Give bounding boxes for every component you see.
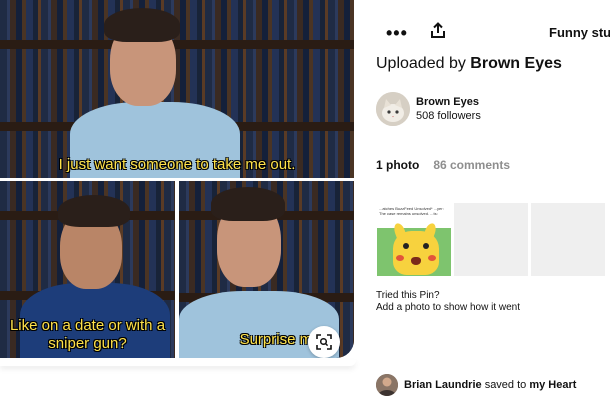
thumbnail-caption-text: ...atches BuzzFeed Unsolved* ...yer: The…	[379, 206, 444, 216]
cat-avatar-icon	[376, 92, 410, 126]
uploader-profile[interactable]: Brown Eyes 508 followers	[376, 92, 481, 126]
pikachu-eye	[403, 243, 409, 249]
share-button[interactable]	[430, 22, 446, 44]
tried-photos-grid: ...atches BuzzFeed Unsolved* ...yer: The…	[377, 203, 605, 276]
meme-panel-top: I just want someone to take me out.	[0, 0, 354, 178]
tab-photos[interactable]: 1 photo	[376, 158, 419, 172]
shelf-divider	[0, 40, 354, 49]
pikachu-cheek	[396, 255, 404, 261]
more-options-button[interactable]: •••	[386, 24, 408, 42]
uploaded-by-name[interactable]: Brown Eyes	[470, 55, 562, 72]
pikachu-eye	[423, 243, 429, 249]
visual-search-button[interactable]	[308, 326, 340, 358]
image-card-shadow	[0, 360, 356, 366]
empty-photo-slot	[454, 203, 528, 276]
pin-toolbar: •••	[386, 22, 446, 44]
uploader-name[interactable]: Brown Eyes	[416, 95, 481, 109]
avatar[interactable]	[376, 374, 398, 396]
pikachu-mouth	[411, 257, 421, 265]
uploaded-by-heading: Uploaded by Brown Eyes	[376, 55, 562, 73]
visual-search-icon	[316, 334, 332, 350]
uploaded-by-prefix: Uploaded by	[376, 55, 466, 72]
pikachu-cheek	[428, 255, 436, 261]
saved-to-text: saved to	[484, 379, 527, 391]
tried-photo-thumbnail[interactable]: ...atches BuzzFeed Unsolved* ...yer: The…	[377, 203, 451, 276]
saved-activity: Brian Laundrie saved to my Heart	[376, 374, 576, 396]
meme-panel-bottom-left: Like on a date or with a sniper gun?	[0, 181, 175, 358]
share-upload-icon	[430, 22, 445, 38]
board-select[interactable]: Funny stuff	[549, 25, 610, 40]
caption-top: I just want someone to take me out.	[58, 156, 296, 173]
pikachu-face	[393, 231, 439, 275]
tried-this-pin: Tried this Pin? Add a photo to show how …	[376, 290, 520, 314]
add-photo-prompt[interactable]: Add a photo to show how it went	[376, 302, 520, 314]
user-photo-icon	[376, 374, 398, 396]
avatar[interactable]	[376, 92, 410, 126]
caption-bottom-left: Like on a date or with a sniper gun?	[9, 317, 166, 352]
follower-count: 508 followers	[416, 110, 481, 122]
pin-image[interactable]: I just want someone to take me out. Like…	[0, 0, 354, 358]
content-tabs: 1 photo 86 comments	[376, 158, 510, 172]
tried-question: Tried this Pin?	[376, 290, 440, 301]
empty-photo-slot	[531, 203, 605, 276]
saved-board-link[interactable]: my Heart	[529, 379, 576, 391]
saver-name[interactable]: Brian Laundrie	[404, 379, 482, 391]
tab-comments[interactable]: 86 comments	[433, 158, 510, 172]
